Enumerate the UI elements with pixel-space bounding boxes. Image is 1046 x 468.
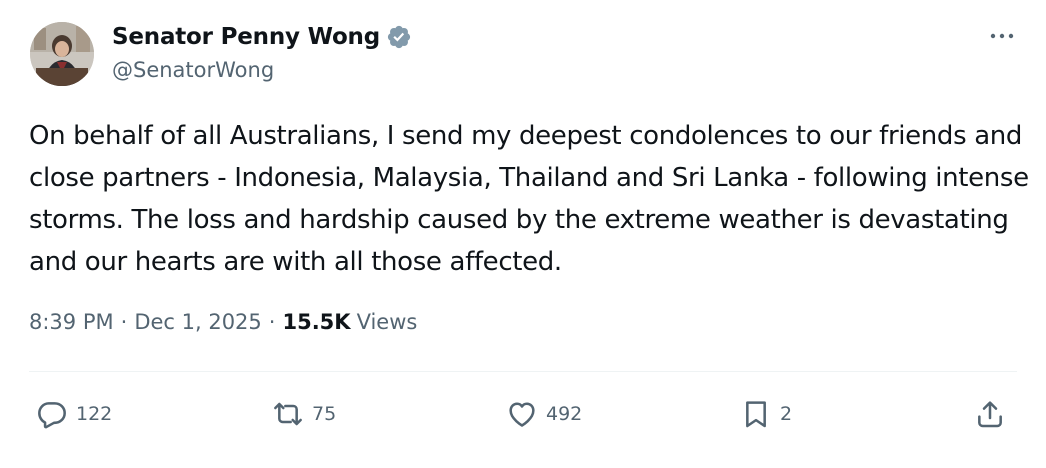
avatar-image — [30, 22, 94, 86]
reply-button[interactable]: 122 — [36, 396, 112, 432]
bookmark-icon — [746, 401, 766, 428]
divider — [29, 371, 1017, 372]
views-label: Views — [356, 310, 418, 334]
reply-count: 122 — [76, 403, 113, 425]
verified-badge-icon — [387, 25, 411, 49]
bookmark-button[interactable]: 2 — [740, 396, 792, 432]
tweet-meta: 8:39 PM · Dec 1, 2025 · 15.5K Views — [29, 310, 417, 334]
avatar[interactable] — [30, 22, 94, 86]
repost-icon — [274, 402, 302, 426]
repost-button[interactable]: 75 — [270, 396, 336, 432]
meta-separator: · — [120, 310, 128, 334]
tweet-card: Senator Penny Wong @SenatorWong On behal… — [0, 0, 1046, 468]
meta-separator: · — [268, 310, 276, 334]
tweet-text: On behalf of all Australians, I send my … — [29, 121, 1029, 277]
author-display-name[interactable]: Senator Penny Wong — [112, 24, 380, 50]
views-count: 15.5K — [282, 310, 351, 334]
author-handle[interactable]: @SenatorWong — [112, 58, 274, 82]
bookmark-count: 2 — [780, 403, 793, 425]
author-name-row: Senator Penny Wong — [112, 22, 412, 52]
tweet-time[interactable]: 8:39 PM — [29, 310, 114, 334]
reply-icon — [38, 402, 66, 429]
like-count: 492 — [546, 403, 583, 425]
more-icon[interactable] — [984, 24, 1020, 48]
heart-icon — [509, 402, 535, 427]
share-icon — [978, 401, 1002, 428]
like-button[interactable]: 492 — [506, 396, 582, 432]
tweet-date[interactable]: Dec 1, 2025 — [134, 310, 261, 334]
repost-count: 75 — [312, 403, 337, 425]
share-button[interactable] — [974, 396, 1006, 432]
